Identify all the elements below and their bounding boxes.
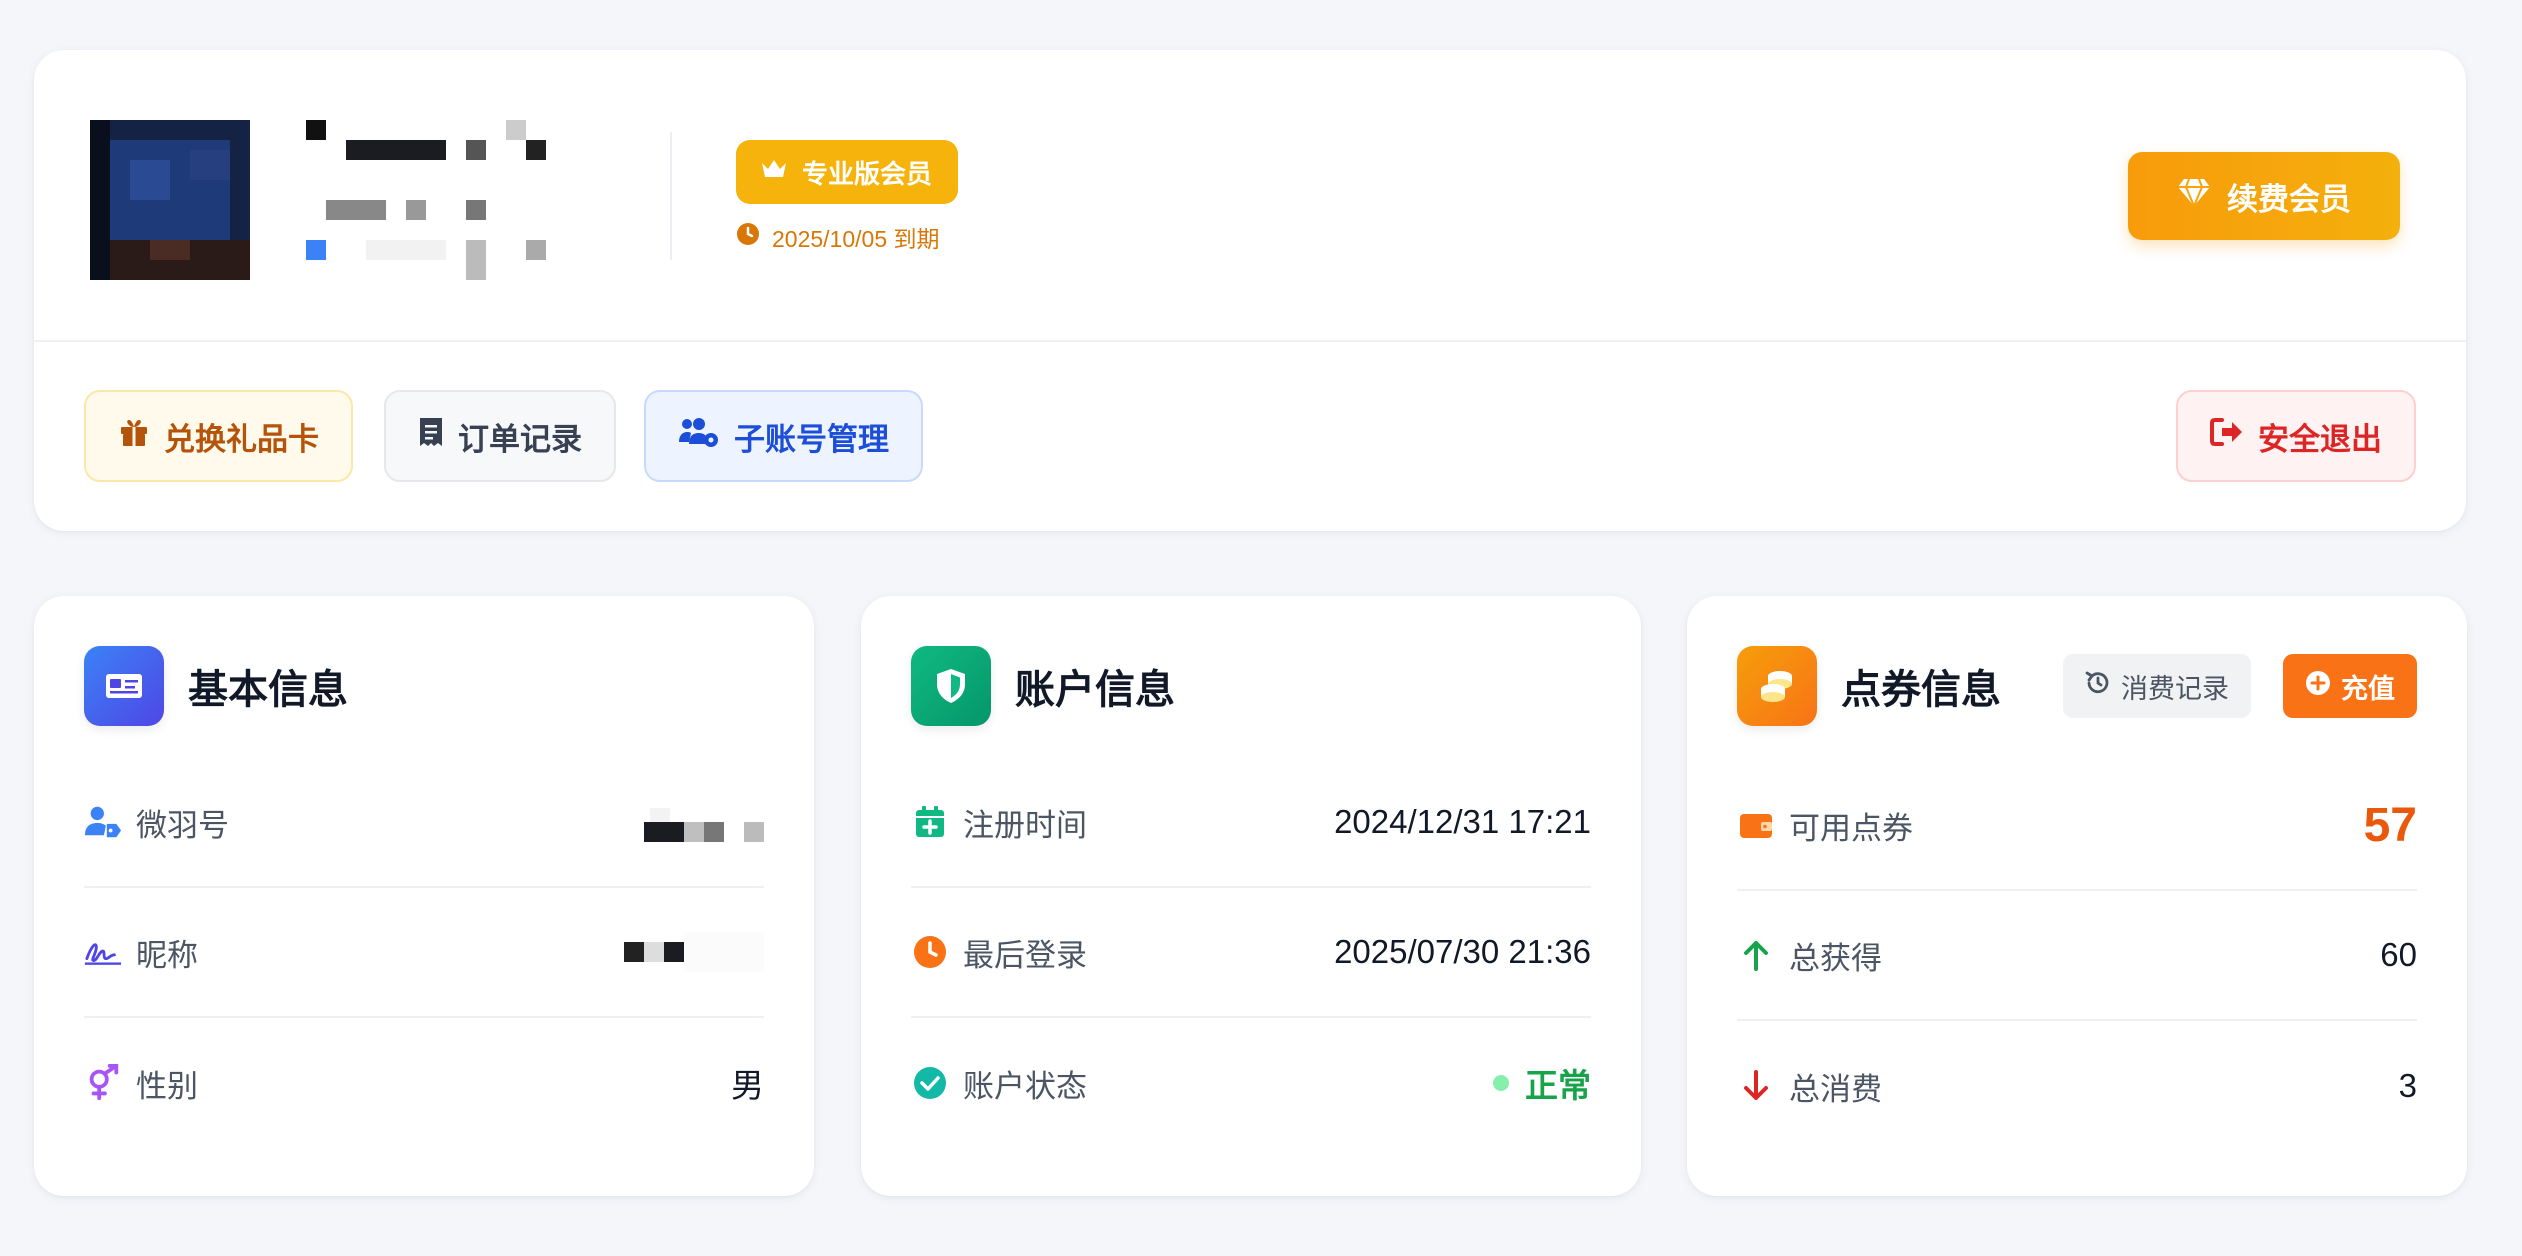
status-dot <box>1493 1075 1509 1091</box>
weiyu-id-value <box>644 802 764 842</box>
expire-date: 2025/10/05 到期 <box>736 220 940 254</box>
row-label: 注册时间 <box>963 807 1087 843</box>
user-tag-icon <box>84 803 122 841</box>
info-row-total-earned: 总获得 60 <box>1737 891 2417 1021</box>
users-gear-icon <box>678 416 720 456</box>
card-title: 基本信息 <box>188 668 348 712</box>
recharge-label: 充值 <box>2341 673 2395 704</box>
info-row-available-points: 可用点券 57 <box>1737 761 2417 891</box>
history-icon <box>2085 670 2111 703</box>
gender-value: 男 <box>731 1067 764 1104</box>
card-header: 基本信息 <box>84 646 348 726</box>
last-login-value: 2025/07/30 21:36 <box>1334 933 1591 970</box>
row-label: 可用点券 <box>1789 810 1913 846</box>
plus-circle-icon <box>2305 670 2331 703</box>
profile-card: 专业版会员 2025/10/05 到期 续费会员 兑换礼品卡 订单记录 子账号管… <box>34 50 2466 531</box>
info-row-nickname: 昵称 <box>84 888 764 1018</box>
id-card-icon <box>84 646 164 726</box>
renew-label: 续费会员 <box>2227 181 2351 217</box>
basic-info-card: 基本信息 微羽号 昵称 性别 男 <box>34 596 814 1196</box>
row-label: 性别 <box>136 1068 198 1104</box>
info-row-last-login: 最后登录 2025/07/30 21:36 <box>911 888 1591 1018</box>
user-name <box>306 120 636 280</box>
info-row-total-consumed: 总消费 3 <box>1737 1021 2417 1151</box>
recharge-button[interactable]: 充值 <box>2283 654 2417 718</box>
logout-label: 安全退出 <box>2258 421 2382 457</box>
info-row-account-status: 账户状态 正常 <box>911 1018 1591 1148</box>
status-value: 正常 <box>1525 1067 1591 1104</box>
shield-icon <box>911 646 991 726</box>
consume-label: 消费记录 <box>2121 673 2229 704</box>
sub-account-management-button[interactable]: 子账号管理 <box>644 390 923 482</box>
account-info-card: 账户信息 注册时间 2024/12/31 17:21 最后登录 2025/07/… <box>861 596 1641 1196</box>
gift-icon <box>118 416 150 456</box>
wallet-icon <box>1737 806 1775 844</box>
divider <box>34 340 2466 342</box>
nickname-value <box>624 932 764 972</box>
redeem-gift-card-button[interactable]: 兑换礼品卡 <box>84 390 353 482</box>
gift-label: 兑换礼品卡 <box>164 421 319 457</box>
arrow-down-icon <box>1737 1067 1775 1105</box>
signature-icon <box>84 933 122 971</box>
available-points-value: 57 <box>2363 798 2417 852</box>
orders-label: 订单记录 <box>458 421 582 457</box>
member-badge: 专业版会员 <box>736 140 959 204</box>
total-consumed-value: 3 <box>2398 1067 2417 1104</box>
info-row-weiyu-id: 微羽号 <box>84 758 764 888</box>
order-records-button[interactable]: 订单记录 <box>384 390 616 482</box>
card-title: 账户信息 <box>1015 668 1175 712</box>
diamond-icon <box>2177 177 2211 215</box>
sub-accounts-label: 子账号管理 <box>734 421 889 457</box>
crown-icon <box>760 157 788 188</box>
card-header: 点券信息 <box>1737 646 2001 726</box>
avatar[interactable] <box>90 120 250 280</box>
clock-icon <box>911 933 949 971</box>
total-earned-value: 60 <box>2380 936 2417 973</box>
row-label: 昵称 <box>136 937 198 973</box>
info-row-gender: 性别 男 <box>84 1018 764 1148</box>
row-label: 最后登录 <box>963 937 1087 973</box>
renew-button[interactable]: 续费会员 <box>2128 152 2400 240</box>
divider <box>670 132 672 260</box>
consumption-records-button[interactable]: 消费记录 <box>2063 654 2251 718</box>
row-label: 微羽号 <box>136 807 229 843</box>
gender-icon <box>84 1064 122 1102</box>
info-row-register-time: 注册时间 2024/12/31 17:21 <box>911 758 1591 888</box>
coins-icon <box>1737 646 1817 726</box>
row-label: 账户状态 <box>963 1068 1087 1104</box>
points-info-card: 点券信息 消费记录 充值 可用点券 57 总获得 60 总消费 3 <box>1687 596 2467 1196</box>
sign-out-icon <box>2210 417 2244 455</box>
clock-icon <box>736 222 760 252</box>
row-label: 总消费 <box>1789 1071 1882 1107</box>
card-header: 账户信息 <box>911 646 1175 726</box>
status-badge: 正常 <box>1493 1059 1591 1107</box>
arrow-up-icon <box>1737 936 1775 974</box>
card-title: 点券信息 <box>1841 668 2001 712</box>
expire-text: 2025/10/05 到期 <box>772 226 940 252</box>
receipt-icon <box>418 416 444 456</box>
check-circle-icon <box>911 1064 949 1102</box>
calendar-plus-icon <box>911 803 949 841</box>
logout-button[interactable]: 安全退出 <box>2176 390 2416 482</box>
row-label: 总获得 <box>1789 940 1882 976</box>
member-badge-label: 专业版会员 <box>802 158 933 189</box>
register-time-value: 2024/12/31 17:21 <box>1334 803 1591 840</box>
